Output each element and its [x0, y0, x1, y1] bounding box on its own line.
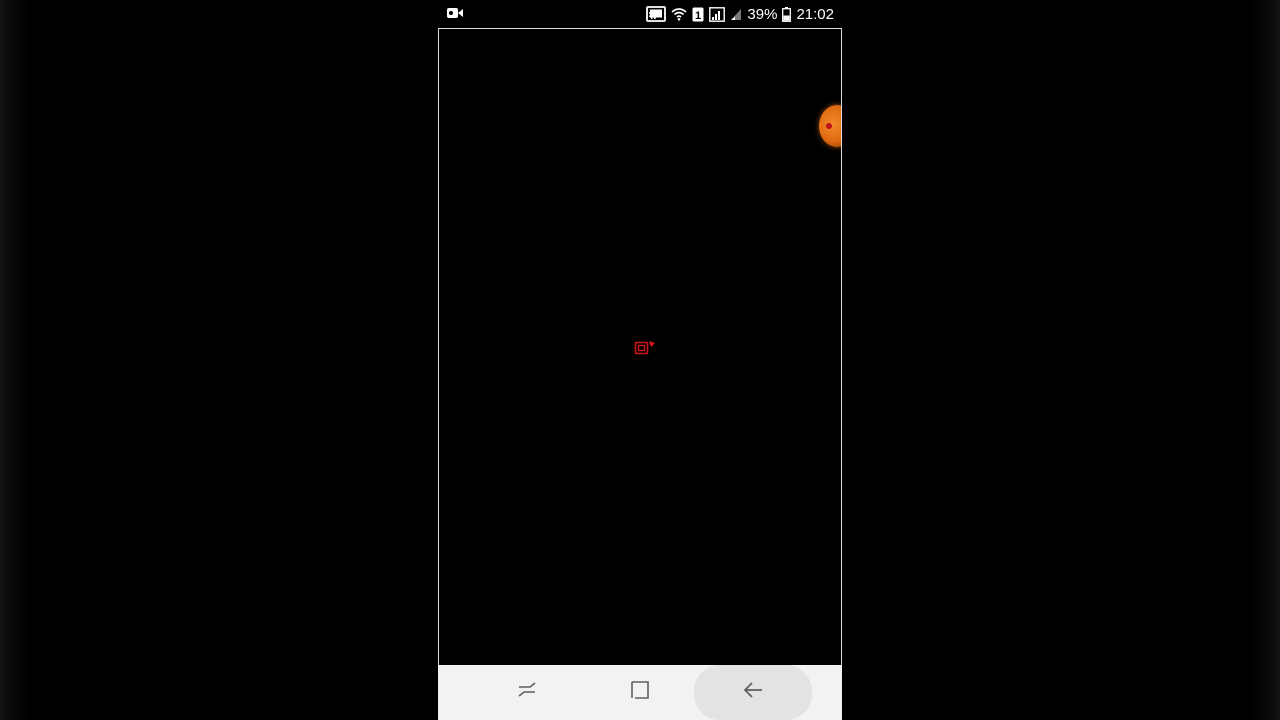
back-button[interactable]	[694, 665, 812, 720]
recent-apps-button[interactable]	[468, 665, 586, 720]
signal-icon	[709, 6, 726, 22]
battery-icon	[782, 6, 792, 22]
video-recording-icon	[446, 6, 464, 20]
svg-text:1: 1	[695, 10, 701, 22]
battery-percent: 39%	[747, 5, 778, 23]
status-bar: 1 39% 21:02	[438, 0, 842, 28]
app-screen[interactable]	[438, 28, 842, 666]
orange-bubble[interactable]	[819, 105, 841, 147]
home-icon	[629, 679, 651, 706]
wifi-icon	[671, 7, 687, 21]
back-icon	[741, 680, 765, 705]
signal-weak-icon	[730, 7, 742, 21]
clock: 21:02	[796, 5, 834, 23]
status-icons: 1 39% 21:02	[646, 4, 834, 24]
home-button[interactable]	[581, 665, 699, 720]
cast-icon	[646, 6, 667, 22]
navigation-bar	[438, 665, 842, 720]
sim-1-icon: 1	[692, 7, 704, 22]
red-cursor-icon	[634, 339, 658, 357]
recent-apps-icon	[516, 680, 538, 705]
